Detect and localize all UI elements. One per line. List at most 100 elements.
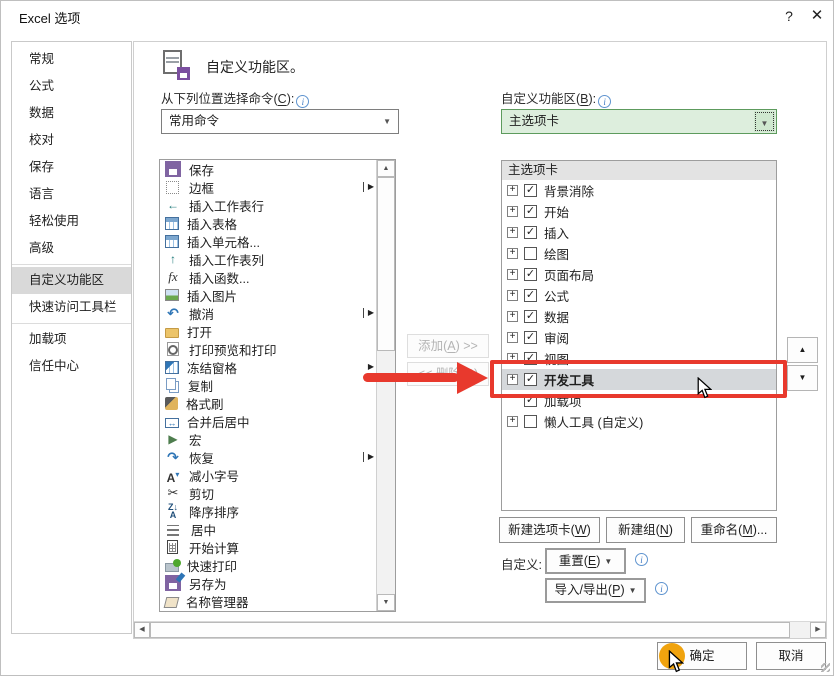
tab-checkbox[interactable]: ✓ [524,310,537,323]
move-up-button[interactable]: ▲ [787,337,818,363]
command-item[interactable]: 冻结窗格▶ [160,358,377,376]
command-list-scrollbar[interactable]: ▲ ▼ [376,160,395,611]
command-item[interactable]: 开始计算 [160,538,377,556]
sidebar-item[interactable]: 快速访问工具栏 [12,294,131,321]
command-item[interactable]: ↔合并后居中 [160,412,377,430]
command-item[interactable]: ←插入工作表行 [160,196,377,214]
sidebar-item[interactable]: 高级 [12,235,131,262]
command-item[interactable]: 插入表格 [160,214,377,232]
tab-checkbox[interactable]: ✓ [524,373,537,386]
command-item[interactable]: A减小字号 [160,466,377,484]
tab-checkbox[interactable]: ✓ [524,268,537,281]
close-icon[interactable]: ✕ [805,5,829,27]
ribbon-tab-item[interactable]: +✓开始 [502,201,776,222]
tab-checkbox[interactable]: ✓ [524,394,537,407]
expand-icon[interactable]: + [507,332,518,343]
command-label: 打开 [187,322,212,341]
expand-icon[interactable]: + [507,353,518,364]
tab-checkbox[interactable]: ✓ [524,226,537,239]
choose-commands-dropdown[interactable]: 常用命令 ▼ [161,109,399,134]
help-icon[interactable]: ? [777,5,801,27]
ribbon-tab-item[interactable]: +✓背景消除 [502,180,776,201]
tab-checkbox[interactable] [524,415,537,428]
ribbon-tab-item[interactable]: +✓审阅 [502,327,776,348]
command-item[interactable]: ↶撤消▶ [160,304,377,322]
ribbon-tab-item[interactable]: +✓数据 [502,306,776,327]
tab-checkbox[interactable]: ✓ [524,184,537,197]
ribbon-tab-item[interactable]: +绘图 [502,243,776,264]
add-button[interactable]: 添加(A) >> [407,334,489,358]
sidebar-item[interactable]: 信任中心 [12,353,131,380]
expand-icon[interactable]: + [507,206,518,217]
command-item[interactable]: 名称管理器 [160,592,377,610]
command-item[interactable]: ✂剪切 [160,484,377,502]
command-item[interactable]: Z↓ A降序排序 [160,502,377,520]
page-title: 自定义功能区。 [206,57,304,77]
command-item[interactable]: ▶宏 [160,430,377,448]
sidebar-item[interactable]: 自定义功能区 [12,267,131,294]
command-item[interactable]: 插入单元格... [160,232,377,250]
scroll-up-icon[interactable]: ▲ [377,160,395,177]
scrollbar-thumb[interactable] [150,622,790,638]
sidebar-item[interactable]: 校对 [12,127,131,154]
ribbon-tab-item[interactable]: +懒人工具 (自定义) [502,411,776,432]
expand-icon[interactable]: + [507,374,518,385]
sidebar-item[interactable]: 加载项 [12,326,131,353]
tab-checkbox[interactable]: ✓ [524,352,537,365]
command-item[interactable]: ↑插入工作表列 [160,250,377,268]
horizontal-scrollbar[interactable]: ◀ ▶ [134,621,826,638]
expand-icon[interactable]: + [507,227,518,238]
cancel-button[interactable]: 取消 [756,642,826,670]
scrollbar-thumb[interactable] [377,177,395,351]
command-item[interactable]: 打开 [160,322,377,340]
expand-icon[interactable]: + [507,248,518,259]
scroll-down-icon[interactable]: ▼ [377,594,395,611]
move-down-button[interactable]: ▼ [787,365,818,391]
ribbon-tab-item[interactable]: +✓插入 [502,222,776,243]
ribbon-tab-item[interactable]: +✓开发工具 [502,369,776,390]
resize-grip[interactable] [821,663,830,672]
ribbon-tab-item[interactable]: +✓页面布局 [502,264,776,285]
expand-icon[interactable]: + [507,311,518,322]
tab-checkbox[interactable]: ✓ [524,205,537,218]
scroll-left-icon[interactable]: ◀ [134,622,150,638]
sidebar-item[interactable]: 保存 [12,154,131,181]
command-item[interactable]: 复制 [160,376,377,394]
new-group-button[interactable]: 新建组(N) [606,517,685,543]
expand-icon[interactable]: + [507,416,518,427]
rename-button[interactable]: 重命名(M)... [691,517,777,543]
customize-ribbon-label: 自定义功能区(B):i [501,88,611,104]
command-item[interactable]: 居中 [160,520,377,538]
command-item[interactable]: 边框▶ [160,178,377,196]
import-export-button[interactable]: 导入/导出(P)▼ [545,578,646,603]
command-item[interactable]: 插入图片 [160,286,377,304]
reset-button[interactable]: 重置(E)▼ [545,548,626,574]
expand-icon[interactable]: + [507,269,518,280]
command-item[interactable]: 保存 [160,160,377,178]
tab-checkbox[interactable]: ✓ [524,331,537,344]
customize-ribbon-dropdown[interactable]: 主选项卡 ▼ [501,109,777,134]
command-item[interactable]: fx插入函数... [160,268,377,286]
sidebar-item[interactable]: 常规 [12,46,131,73]
sidebar-item[interactable]: 语言 [12,181,131,208]
ribbon-tab-item[interactable]: +✓公式 [502,285,776,306]
command-item[interactable]: 快速打印 [160,556,377,574]
expand-icon[interactable]: + [507,290,518,301]
new-tab-button[interactable]: 新建选项卡(W) [499,517,600,543]
tab-checkbox[interactable]: ✓ [524,289,537,302]
sidebar-item[interactable]: 数据 [12,100,131,127]
expand-icon[interactable]: + [507,185,518,196]
dropdown-button[interactable]: ▼ [754,111,775,132]
tab-checkbox[interactable] [524,247,537,260]
scroll-right-icon[interactable]: ▶ [810,622,826,638]
sidebar-item[interactable]: 轻松使用 [12,208,131,235]
command-item[interactable]: 另存为 [160,574,377,592]
sidebar-item[interactable]: 公式 [12,73,131,100]
insert-cells-icon [165,235,179,248]
command-item[interactable]: ↷恢复▶ [160,448,377,466]
ribbon-tab-item[interactable]: ✓加载项 [502,390,776,411]
command-item[interactable]: 打印预览和打印 [160,340,377,358]
command-label: 撤消 [189,304,214,323]
command-item[interactable]: 格式刷 [160,394,377,412]
ribbon-tab-item[interactable]: +✓视图 [502,348,776,369]
